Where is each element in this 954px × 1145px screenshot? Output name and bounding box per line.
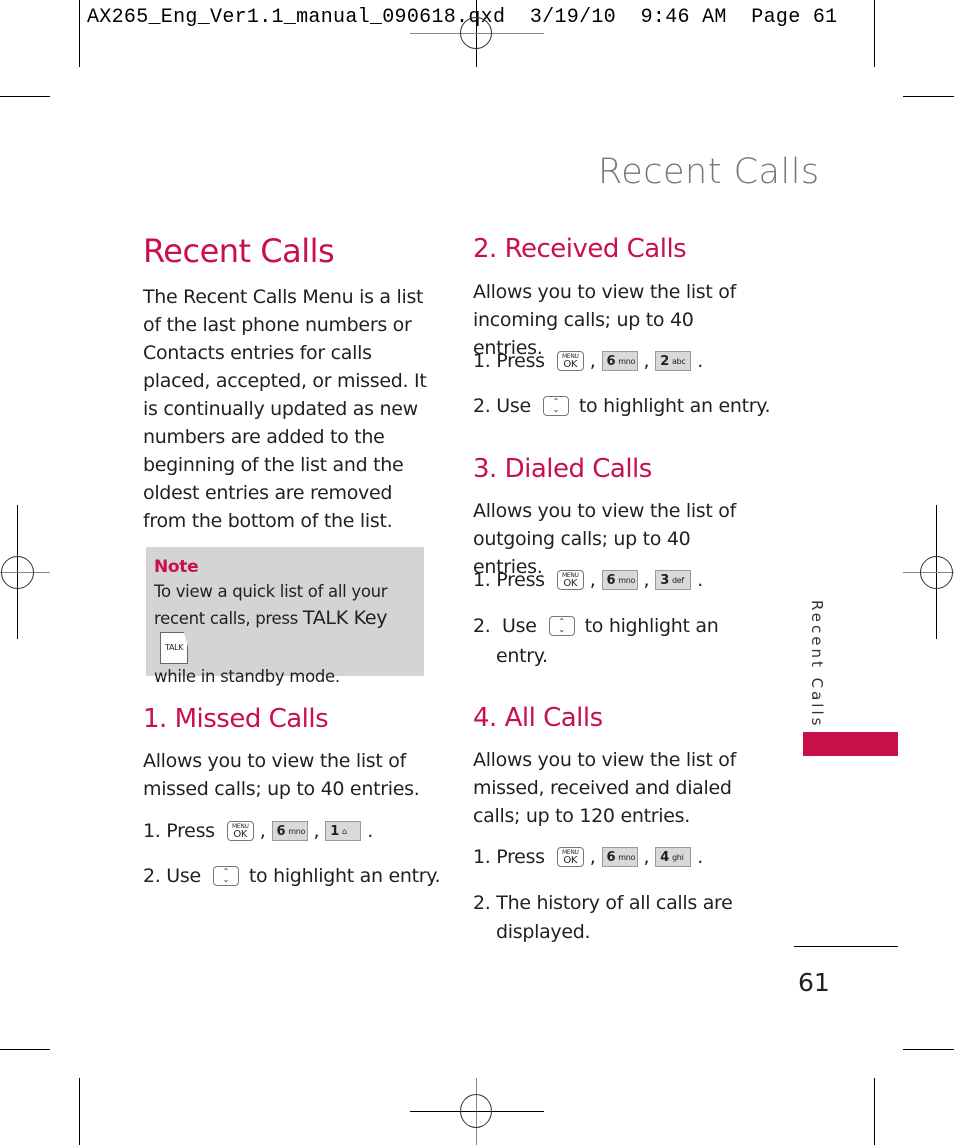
key-4-icon: 4 ghi bbox=[655, 847, 692, 867]
menu-ok-key-icon: MENU OK bbox=[556, 351, 584, 371]
section-heading-all-calls: 4. All Calls bbox=[473, 703, 603, 733]
crop-mark bbox=[874, 1078, 875, 1145]
running-head: Recent Calls bbox=[598, 152, 820, 192]
registration-circle-icon bbox=[460, 1094, 492, 1128]
menu-ok-key-icon: MENU OK bbox=[556, 847, 584, 867]
step-1: 1. Press MENU OK , 6 mno , 3 def . bbox=[473, 569, 704, 591]
key-6-icon: 6 mno bbox=[601, 351, 638, 371]
key-6-icon: 6 mno bbox=[271, 821, 308, 841]
page-number: 61 bbox=[798, 968, 830, 997]
note-box: Note To view a quick list of all your re… bbox=[146, 547, 424, 686]
nav-key-icon: ⌃ ⌄ bbox=[542, 396, 569, 416]
step-2: 2. Use ⌃ ⌄ to highlight an bbox=[473, 615, 719, 637]
step-1: 1. Press MENU OK , 6 mno , 2 abc . bbox=[473, 350, 704, 372]
menu-ok-key-icon: MENU OK bbox=[556, 570, 584, 590]
section-heading-dialed-calls: 3. Dialed Calls bbox=[473, 454, 652, 484]
registration-circle-icon bbox=[920, 556, 953, 589]
crop-mark bbox=[0, 1049, 50, 1050]
registration-circle-icon bbox=[1, 556, 34, 589]
registration-circle-icon bbox=[460, 17, 492, 49]
crop-mark bbox=[0, 96, 50, 97]
key-6-icon: 6 mno bbox=[601, 570, 638, 590]
nav-key-icon: ⌃ ⌄ bbox=[548, 616, 575, 636]
talk-key-label: TALK Key bbox=[302, 607, 388, 629]
section-heading-received-calls: 2. Received Calls bbox=[473, 234, 687, 264]
section-desc: Allows you to view the list of missed, r… bbox=[473, 749, 736, 827]
step-2: 2. The history of all calls are bbox=[473, 892, 733, 914]
menu-ok-key-icon: MENU OK bbox=[226, 821, 254, 841]
note-body: To view a quick list of all your recent … bbox=[154, 582, 388, 686]
section-heading-missed-calls: 1. Missed Calls bbox=[143, 704, 329, 734]
key-1-voicemail-icon: 1 ⌂ bbox=[325, 821, 362, 841]
note-title: Note bbox=[154, 557, 199, 577]
step-2: 2. Use ⌃ ⌄ to highlight an entry. bbox=[473, 395, 771, 417]
step-2-continued: entry. bbox=[496, 645, 548, 667]
footer-rule bbox=[794, 946, 898, 947]
crop-mark bbox=[903, 96, 954, 97]
key-6-icon: 6 mno bbox=[601, 847, 638, 867]
crop-mark bbox=[79, 1078, 80, 1145]
intro-paragraph: The Recent Calls Menu is a list of the l… bbox=[143, 286, 427, 532]
step-2-continued: displayed. bbox=[496, 921, 591, 943]
crop-mark bbox=[874, 0, 875, 67]
step-2: 2. Use ⌃ ⌄ to highlight an entry. bbox=[143, 865, 441, 887]
crop-mark bbox=[903, 1049, 954, 1050]
step-1: 1. Press MENU OK , 6 mno , 4 ghi . bbox=[473, 846, 704, 868]
nav-key-icon: ⌃ ⌄ bbox=[212, 866, 239, 886]
key-2-icon: 2 abc bbox=[655, 351, 692, 371]
side-tab-label: Recent Calls bbox=[808, 600, 826, 729]
section-desc: Allows you to view the list of missed ca… bbox=[143, 750, 420, 800]
key-3-icon: 3 def bbox=[655, 570, 692, 590]
page-title: Recent Calls bbox=[143, 232, 335, 270]
step-1: 1. Press MENU OK , 6 mno , 1 ⌂ . bbox=[143, 820, 374, 842]
crop-mark bbox=[79, 0, 80, 67]
side-tab-marker bbox=[803, 732, 898, 756]
talk-key-icon: TALK bbox=[160, 632, 189, 664]
